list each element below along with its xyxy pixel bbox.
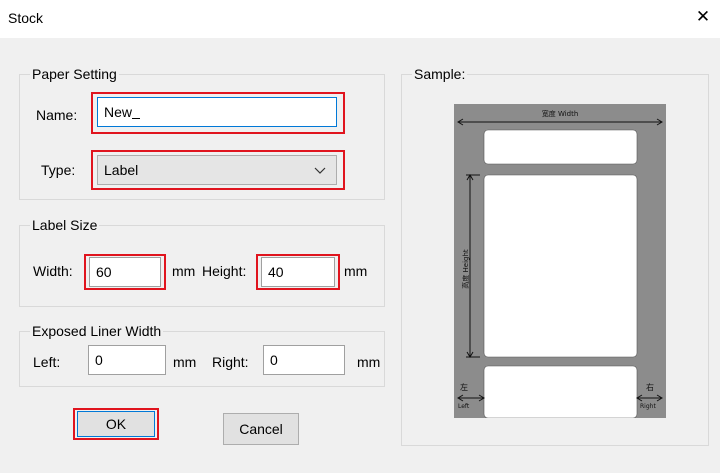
- type-value: Label: [104, 162, 139, 178]
- sample-preview: 宽度 Width 高度 Height 左 Left 右 Right: [454, 104, 666, 418]
- sample-left-cn: 左: [460, 383, 468, 392]
- sample-right-en: Right: [640, 403, 656, 410]
- ok-label: OK: [105, 416, 127, 432]
- width-input[interactable]: 60: [89, 257, 161, 287]
- paper-setting-legend: Paper Setting: [30, 66, 119, 82]
- window-title: Stock: [8, 10, 44, 26]
- chevron-down-icon: [314, 167, 326, 174]
- height-input[interactable]: 40: [261, 257, 335, 287]
- height-unit: mm: [344, 263, 368, 279]
- right-unit: mm: [357, 354, 381, 370]
- type-label: Type:: [41, 162, 76, 178]
- cancel-button[interactable]: Cancel: [223, 413, 299, 445]
- text-caret: [132, 104, 141, 119]
- width-value: 60: [96, 264, 112, 280]
- left-unit: mm: [173, 354, 197, 370]
- name-value: New: [104, 104, 133, 120]
- right-label: Right:: [212, 354, 249, 370]
- sample-right-cn: 右: [646, 383, 654, 392]
- sample-left-en: Left: [458, 403, 470, 410]
- ok-button[interactable]: OK: [77, 411, 155, 437]
- sample-legend: Sample:: [412, 66, 468, 82]
- name-input[interactable]: New: [97, 97, 337, 127]
- width-unit: mm: [172, 263, 196, 279]
- right-input[interactable]: 0: [263, 345, 345, 375]
- cancel-label: Cancel: [239, 421, 283, 437]
- left-input[interactable]: 0: [88, 345, 166, 375]
- left-label: Left:: [33, 354, 61, 370]
- sample-height-text: 高度 Height: [462, 249, 470, 289]
- name-label: Name:: [36, 107, 78, 123]
- left-value: 0: [95, 352, 103, 368]
- liner-legend: Exposed Liner Width: [30, 323, 164, 339]
- width-label: Width:: [33, 263, 73, 279]
- type-select[interactable]: Label: [97, 155, 337, 185]
- title-bar: Stock ✕: [0, 0, 720, 38]
- right-value: 0: [270, 352, 278, 368]
- dialog-body: Paper Setting Name: New Type: Label Labe…: [0, 38, 720, 473]
- label-size-legend: Label Size: [30, 217, 100, 233]
- height-value: 40: [268, 264, 284, 280]
- close-icon[interactable]: ✕: [692, 6, 714, 28]
- label-stock-diagram: [454, 104, 666, 418]
- sample-width-text: 宽度 Width: [541, 110, 579, 118]
- height-label: Height:: [202, 263, 247, 279]
